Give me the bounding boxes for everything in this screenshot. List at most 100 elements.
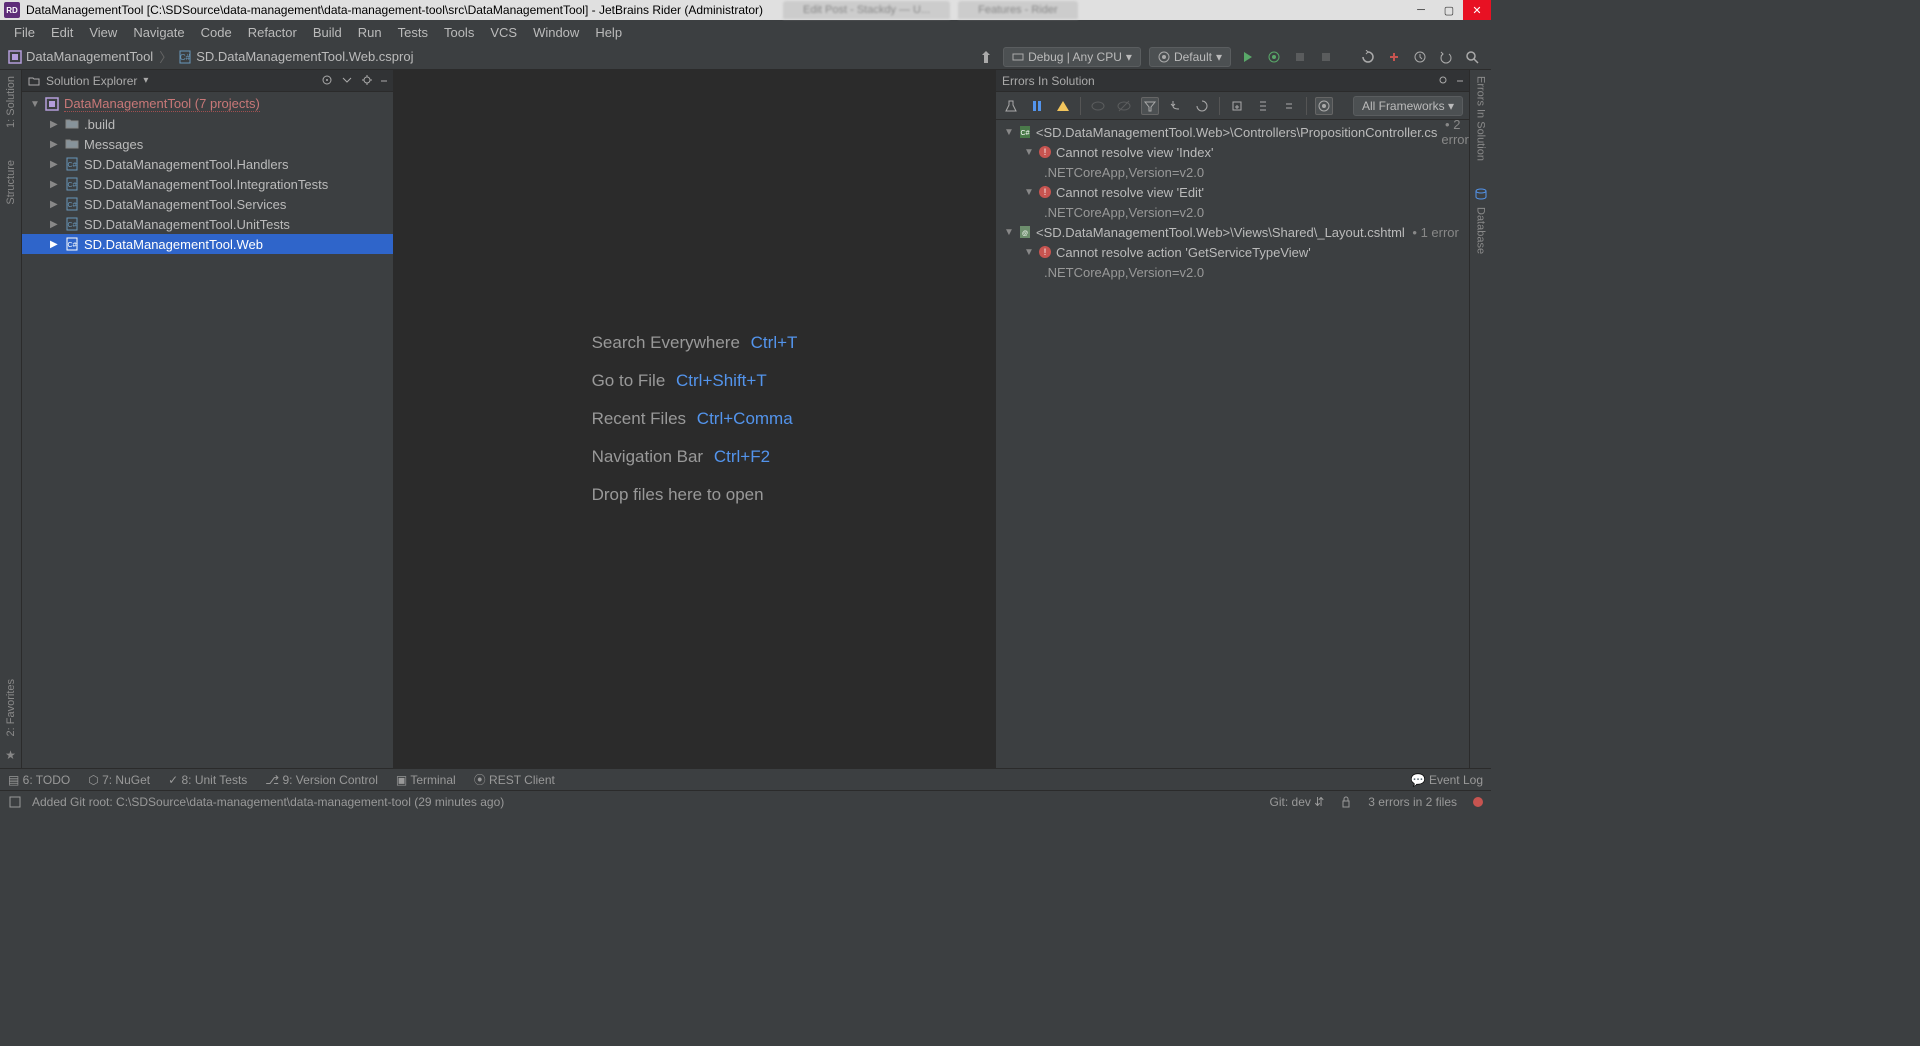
tree-node-selected[interactable]: ▶ C# SD.DataManagementTool.Web — [22, 234, 393, 254]
chevron-down-icon[interactable]: ▾ — [143, 75, 148, 86]
expand-arrow-icon[interactable]: ▼ — [1024, 147, 1034, 158]
maximize-button[interactable]: ▢ — [1435, 0, 1463, 20]
menu-tests[interactable]: Tests — [390, 22, 436, 43]
git-status[interactable]: Git: dev ⇵ — [1270, 795, 1325, 809]
error-item-row[interactable]: ▼ ! Cannot resolve view 'Index' — [996, 142, 1469, 162]
expand-arrow-icon[interactable]: ▼ — [1024, 187, 1034, 198]
nuget-tab[interactable]: ⬡ 7: NuGet — [88, 773, 150, 787]
run-config-combo[interactable]: Debug | Any CPU ▾ — [1003, 47, 1141, 67]
vcs-revert-icon[interactable] — [1437, 48, 1455, 66]
collapse-icon[interactable] — [341, 74, 355, 88]
expand-arrow-icon[interactable]: ▶ — [50, 219, 60, 230]
close-button[interactable]: ✕ — [1463, 0, 1491, 20]
gear-icon[interactable] — [1437, 74, 1451, 88]
expand-all-icon[interactable] — [1254, 97, 1272, 115]
menu-help[interactable]: Help — [587, 22, 630, 43]
sync-icon[interactable] — [1359, 48, 1377, 66]
menu-refactor[interactable]: Refactor — [240, 22, 305, 43]
tree-node[interactable]: ▶ C# SD.DataManagementTool.IntegrationTe… — [22, 174, 393, 194]
menu-vcs[interactable]: VCS — [482, 22, 525, 43]
expand-arrow-icon[interactable]: ▼ — [1004, 127, 1014, 138]
tree-node[interactable]: ▶ C# SD.DataManagementTool.UnitTests — [22, 214, 393, 234]
menu-navigate[interactable]: Navigate — [125, 22, 192, 43]
tool-structure-tab[interactable]: Structure — [5, 154, 17, 211]
tree-root[interactable]: ▼ DataManagementTool (7 projects) — [22, 94, 393, 114]
gear-icon[interactable] — [361, 74, 375, 88]
menu-window[interactable]: Window — [525, 22, 587, 43]
tree-node[interactable]: ▶ Messages — [22, 134, 393, 154]
menu-tools[interactable]: Tools — [436, 22, 482, 43]
expand-arrow-icon[interactable]: ▶ — [50, 119, 60, 130]
menu-run[interactable]: Run — [350, 22, 390, 43]
error-detail-row[interactable]: .NETCoreApp,Version=v2.0 — [996, 262, 1469, 282]
tree-node[interactable]: ▶ .build — [22, 114, 393, 134]
target-icon[interactable] — [1315, 97, 1333, 115]
hide-icon[interactable]: ⎯ — [1457, 73, 1463, 88]
error-indicator-icon[interactable] — [1473, 797, 1483, 807]
tool-errors-tab[interactable]: Errors In Solution — [1475, 70, 1487, 167]
editor-area[interactable]: Search Everywhere Ctrl+T Go to File Ctrl… — [394, 70, 995, 768]
warning-icon[interactable] — [1054, 97, 1072, 115]
error-file-row[interactable]: ▼ C# <SD.DataManagementTool.Web>\Control… — [996, 122, 1469, 142]
menu-code[interactable]: Code — [193, 22, 240, 43]
search-icon[interactable] — [1463, 48, 1481, 66]
stop-button[interactable] — [1317, 48, 1335, 66]
minimize-button[interactable]: ─ — [1407, 0, 1435, 20]
terminal-tab[interactable]: ▣ Terminal — [396, 773, 456, 787]
menu-build[interactable]: Build — [305, 22, 350, 43]
menu-file[interactable]: File — [6, 22, 43, 43]
rest-client-tab[interactable]: ⦿ REST Client — [474, 771, 555, 788]
expand-arrow-icon[interactable]: ▶ — [50, 199, 60, 210]
csproj-icon: C# — [64, 237, 80, 251]
pause-icon[interactable] — [1028, 97, 1046, 115]
locate-icon[interactable] — [321, 74, 335, 88]
expand-arrow-icon[interactable]: ▼ — [1024, 247, 1034, 258]
tree-node[interactable]: ▶ C# SD.DataManagementTool.Services — [22, 194, 393, 214]
collapse-all-icon[interactable] — [1280, 97, 1298, 115]
vcs-update-icon[interactable] — [1385, 48, 1403, 66]
expand-arrow-icon[interactable]: ▶ — [50, 139, 60, 150]
tree-node[interactable]: ▶ C# SD.DataManagementTool.Handlers — [22, 154, 393, 174]
flask-icon[interactable] — [1002, 97, 1020, 115]
error-detail-row[interactable]: .NETCoreApp,Version=v2.0 — [996, 202, 1469, 222]
event-log-tab[interactable]: 💬 Event Log — [1411, 773, 1483, 787]
show-hidden-icon[interactable] — [1089, 97, 1107, 115]
breadcrumb-file[interactable]: C# SD.DataManagementTool.Web.csproj — [178, 49, 413, 64]
tool-favorites-tab[interactable]: 2: Favorites — [5, 673, 17, 742]
lock-icon[interactable] — [1340, 796, 1352, 808]
expand-arrow-icon[interactable]: ▶ — [50, 179, 60, 190]
filter-icon[interactable] — [1141, 97, 1159, 115]
window-title: DataManagementTool [C:\SDSource\data-man… — [24, 3, 763, 17]
expand-arrow-icon[interactable]: ▶ — [50, 239, 60, 250]
merge-icon[interactable] — [1167, 97, 1185, 115]
build-icon[interactable] — [977, 48, 995, 66]
framework-combo[interactable]: All Frameworks ▾ — [1353, 96, 1463, 116]
expand-arrow-icon[interactable]: ▼ — [30, 99, 40, 110]
error-detail-row[interactable]: .NETCoreApp,Version=v2.0 — [996, 162, 1469, 182]
menu-edit[interactable]: Edit — [43, 22, 81, 43]
error-file-row[interactable]: ▼ @ <SD.DataManagementTool.Web>\Views\Sh… — [996, 222, 1469, 242]
run-button[interactable] — [1239, 48, 1257, 66]
unit-tests-tab[interactable]: ✓ 8: Unit Tests — [168, 773, 247, 787]
menu-view[interactable]: View — [81, 22, 125, 43]
debug-button[interactable] — [1265, 48, 1283, 66]
expand-arrow-icon[interactable]: ▶ — [50, 159, 60, 170]
tool-solution-tab[interactable]: 1: Solution — [5, 70, 17, 134]
breadcrumb-project[interactable]: DataManagementTool — [8, 49, 153, 64]
status-errors[interactable]: 3 errors in 2 files — [1368, 795, 1457, 809]
export-icon[interactable] — [1228, 97, 1246, 115]
status-toggle-icon[interactable] — [8, 795, 22, 809]
error-detail: .NETCoreApp,Version=v2.0 — [1044, 265, 1204, 280]
refresh-icon[interactable] — [1193, 97, 1211, 115]
vcs-tab[interactable]: ⎇ 9: Version Control — [265, 773, 378, 787]
expand-arrow-icon[interactable]: ▼ — [1004, 227, 1014, 238]
todo-tab[interactable]: ▤ 6: TODO — [8, 773, 70, 787]
run-target-combo[interactable]: Default ▾ — [1149, 47, 1231, 67]
vcs-history-icon[interactable] — [1411, 48, 1429, 66]
error-item-row[interactable]: ▼ ! Cannot resolve action 'GetServiceTyp… — [996, 242, 1469, 262]
tool-database-tab[interactable]: Database — [1475, 201, 1487, 260]
error-item-row[interactable]: ▼ ! Cannot resolve view 'Edit' — [996, 182, 1469, 202]
attach-button[interactable] — [1291, 48, 1309, 66]
hide-icon[interactable] — [1115, 97, 1133, 115]
hide-icon[interactable]: ⎯ — [381, 73, 387, 88]
